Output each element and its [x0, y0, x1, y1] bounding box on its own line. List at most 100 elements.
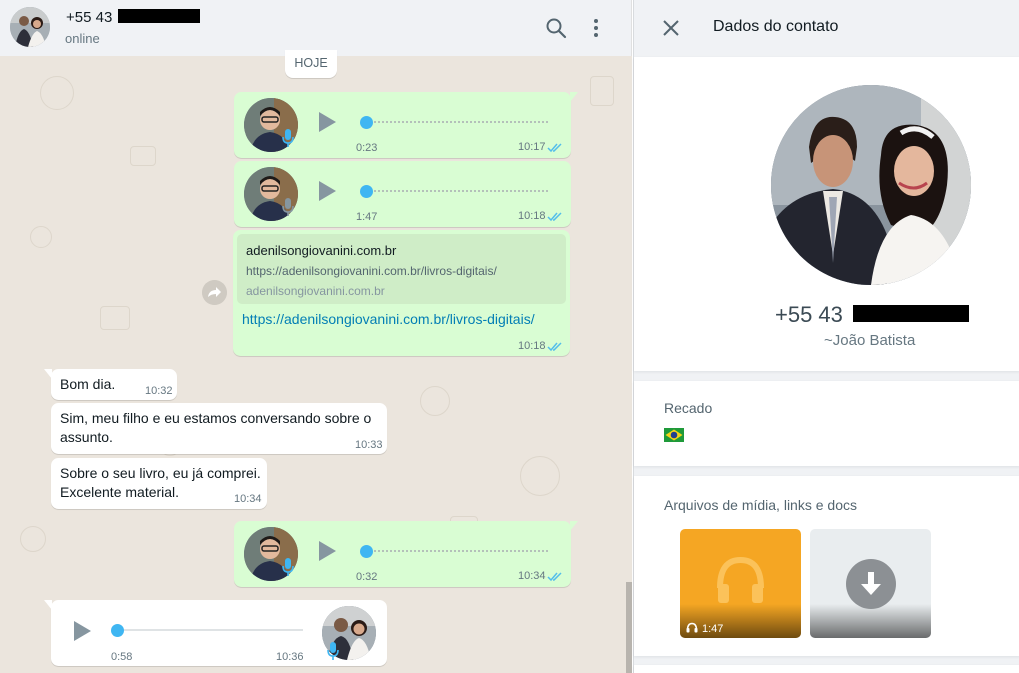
close-icon[interactable] — [662, 19, 680, 37]
double-check-icon — [547, 212, 562, 222]
headphones-icon — [686, 622, 698, 633]
bubble-tail — [570, 92, 578, 102]
link-preview-description: https://adenilsongiovanini.com.br/livros… — [246, 264, 497, 278]
next-section — [634, 665, 1019, 673]
voice-duration: 0:32 — [356, 571, 378, 583]
voice-duration: 0:23 — [356, 142, 378, 154]
play-icon[interactable] — [316, 540, 338, 562]
media-download-tile[interactable] — [810, 529, 931, 638]
text-message[interactable]: Bom dia. 10:32 — [44, 369, 177, 400]
message-time: 10:32 — [145, 385, 173, 397]
redaction-bar — [853, 305, 970, 323]
message-text-line: Sim, meu filho e eu estamos conversando … — [60, 410, 372, 426]
contact-photo-image — [771, 85, 971, 285]
link-preview-title: adenilsongiovanini.com.br — [246, 243, 397, 258]
double-check-icon — [547, 143, 562, 153]
voice-message[interactable]: 0:32 10:34 — [234, 521, 578, 587]
message-text-line: assunto. — [60, 429, 113, 445]
redaction-bar — [118, 9, 201, 24]
text-message[interactable]: Sim, meu filho e eu estamos conversando … — [51, 403, 387, 454]
wallpaper-doodle — [420, 386, 450, 416]
message-link[interactable]: https://adenilsongiovanini.com.br/livros… — [242, 311, 535, 327]
voice-track[interactable] — [117, 629, 303, 631]
wallpaper-doodle — [100, 306, 130, 330]
voice-knob[interactable] — [111, 624, 124, 637]
wallpaper-doodle — [130, 146, 156, 166]
mic-icon — [327, 642, 339, 660]
media-label[interactable]: Arquivos de mídia, links e docs — [664, 497, 857, 513]
voice-knob[interactable] — [360, 185, 373, 198]
about-section: Recado — [634, 381, 1019, 466]
chat-status: online — [65, 31, 100, 46]
double-check-icon — [547, 342, 562, 352]
chat-header[interactable]: +55 43 online — [0, 0, 632, 56]
contact-photo[interactable] — [771, 85, 971, 285]
menu-dots-icon[interactable] — [584, 16, 608, 40]
voice-message[interactable]: 0:58 10:36 — [44, 600, 387, 666]
headphones-icon — [717, 556, 764, 603]
contact-phone-text: +55 43 — [775, 302, 843, 327]
mic-icon — [282, 198, 294, 216]
bubble-tail — [44, 600, 52, 610]
bubble-tail — [44, 369, 52, 379]
profile-section: +55 43 ~João Batista — [634, 57, 1019, 371]
avatar-photo — [10, 7, 50, 47]
message-time: 10:17 — [518, 141, 546, 153]
wallpaper-doodle — [590, 76, 614, 106]
chat-title-phone: +55 43 — [66, 9, 113, 26]
bubble-tail — [570, 521, 578, 531]
link-preview-host: adenilsongiovanini.com.br — [246, 284, 385, 298]
contact-info-pane: Dados do contato +55 43 ~João Batista Re… — [633, 0, 1019, 673]
wallpaper-doodle — [40, 76, 74, 110]
message-text-line: Excelente material. — [60, 484, 180, 500]
chat-scrollbar[interactable] — [626, 582, 632, 673]
date-separator: HOJE — [285, 50, 337, 78]
wallpaper-doodle — [30, 226, 52, 248]
voice-message[interactable]: 1:47 10:18 — [234, 161, 571, 227]
message-time: 10:34 — [234, 493, 262, 505]
mic-icon — [282, 129, 294, 147]
voice-message[interactable]: 0:23 10:17 — [234, 92, 578, 158]
contact-avatar[interactable] — [10, 7, 50, 47]
message-text: Bom dia. — [60, 376, 116, 392]
contact-info-title: Dados do contato — [713, 18, 839, 35]
chat-pane: +55 43 online HOJE 0:23 10:17 1:47 10:18… — [0, 0, 632, 673]
voice-track[interactable] — [365, 121, 548, 123]
voice-duration: 1:47 — [356, 211, 378, 223]
link-message[interactable]: adenilsongiovanini.com.br https://adenil… — [233, 230, 570, 356]
contact-info-header: Dados do contato — [634, 0, 1019, 56]
double-check-icon — [547, 572, 562, 582]
voice-track[interactable] — [365, 190, 548, 192]
text-message[interactable]: Sobre o seu livro, eu já comprei. Excele… — [51, 458, 267, 509]
voice-track[interactable] — [365, 550, 548, 552]
media-tile-shade — [680, 604, 801, 638]
message-time: 10:34 — [518, 570, 546, 582]
wallpaper-doodle — [20, 526, 46, 552]
download-icon[interactable] — [846, 559, 896, 609]
brazil-flag-icon — [664, 428, 684, 442]
play-icon[interactable] — [71, 620, 93, 642]
contact-phone: +55 43 — [775, 302, 970, 328]
message-time: 10:33 — [355, 439, 383, 451]
message-time: 10:18 — [518, 340, 546, 352]
voice-knob[interactable] — [360, 545, 373, 558]
message-text-line: Sobre o seu livro, eu já comprei. — [60, 465, 261, 481]
about-label: Recado — [664, 400, 713, 416]
voice-duration: 0:58 — [111, 651, 133, 663]
media-section: Arquivos de mídia, links e docs 1:47 — [634, 476, 1019, 656]
contact-name: ~João Batista — [824, 332, 916, 349]
play-icon[interactable] — [316, 111, 338, 133]
media-tile-shade — [810, 604, 931, 638]
chat-title[interactable]: +55 43 — [66, 9, 201, 26]
mic-icon — [282, 558, 294, 576]
message-time: 10:18 — [518, 210, 546, 222]
play-icon[interactable] — [316, 180, 338, 202]
media-duration: 1:47 — [702, 623, 724, 635]
message-time: 10:36 — [276, 651, 304, 663]
wallpaper-doodle — [520, 456, 560, 496]
media-audio-tile[interactable]: 1:47 — [680, 529, 801, 638]
voice-knob[interactable] — [360, 116, 373, 129]
forward-icon[interactable] — [202, 280, 227, 305]
link-preview[interactable]: adenilsongiovanini.com.br https://adenil… — [237, 234, 566, 304]
search-icon[interactable] — [544, 16, 568, 40]
